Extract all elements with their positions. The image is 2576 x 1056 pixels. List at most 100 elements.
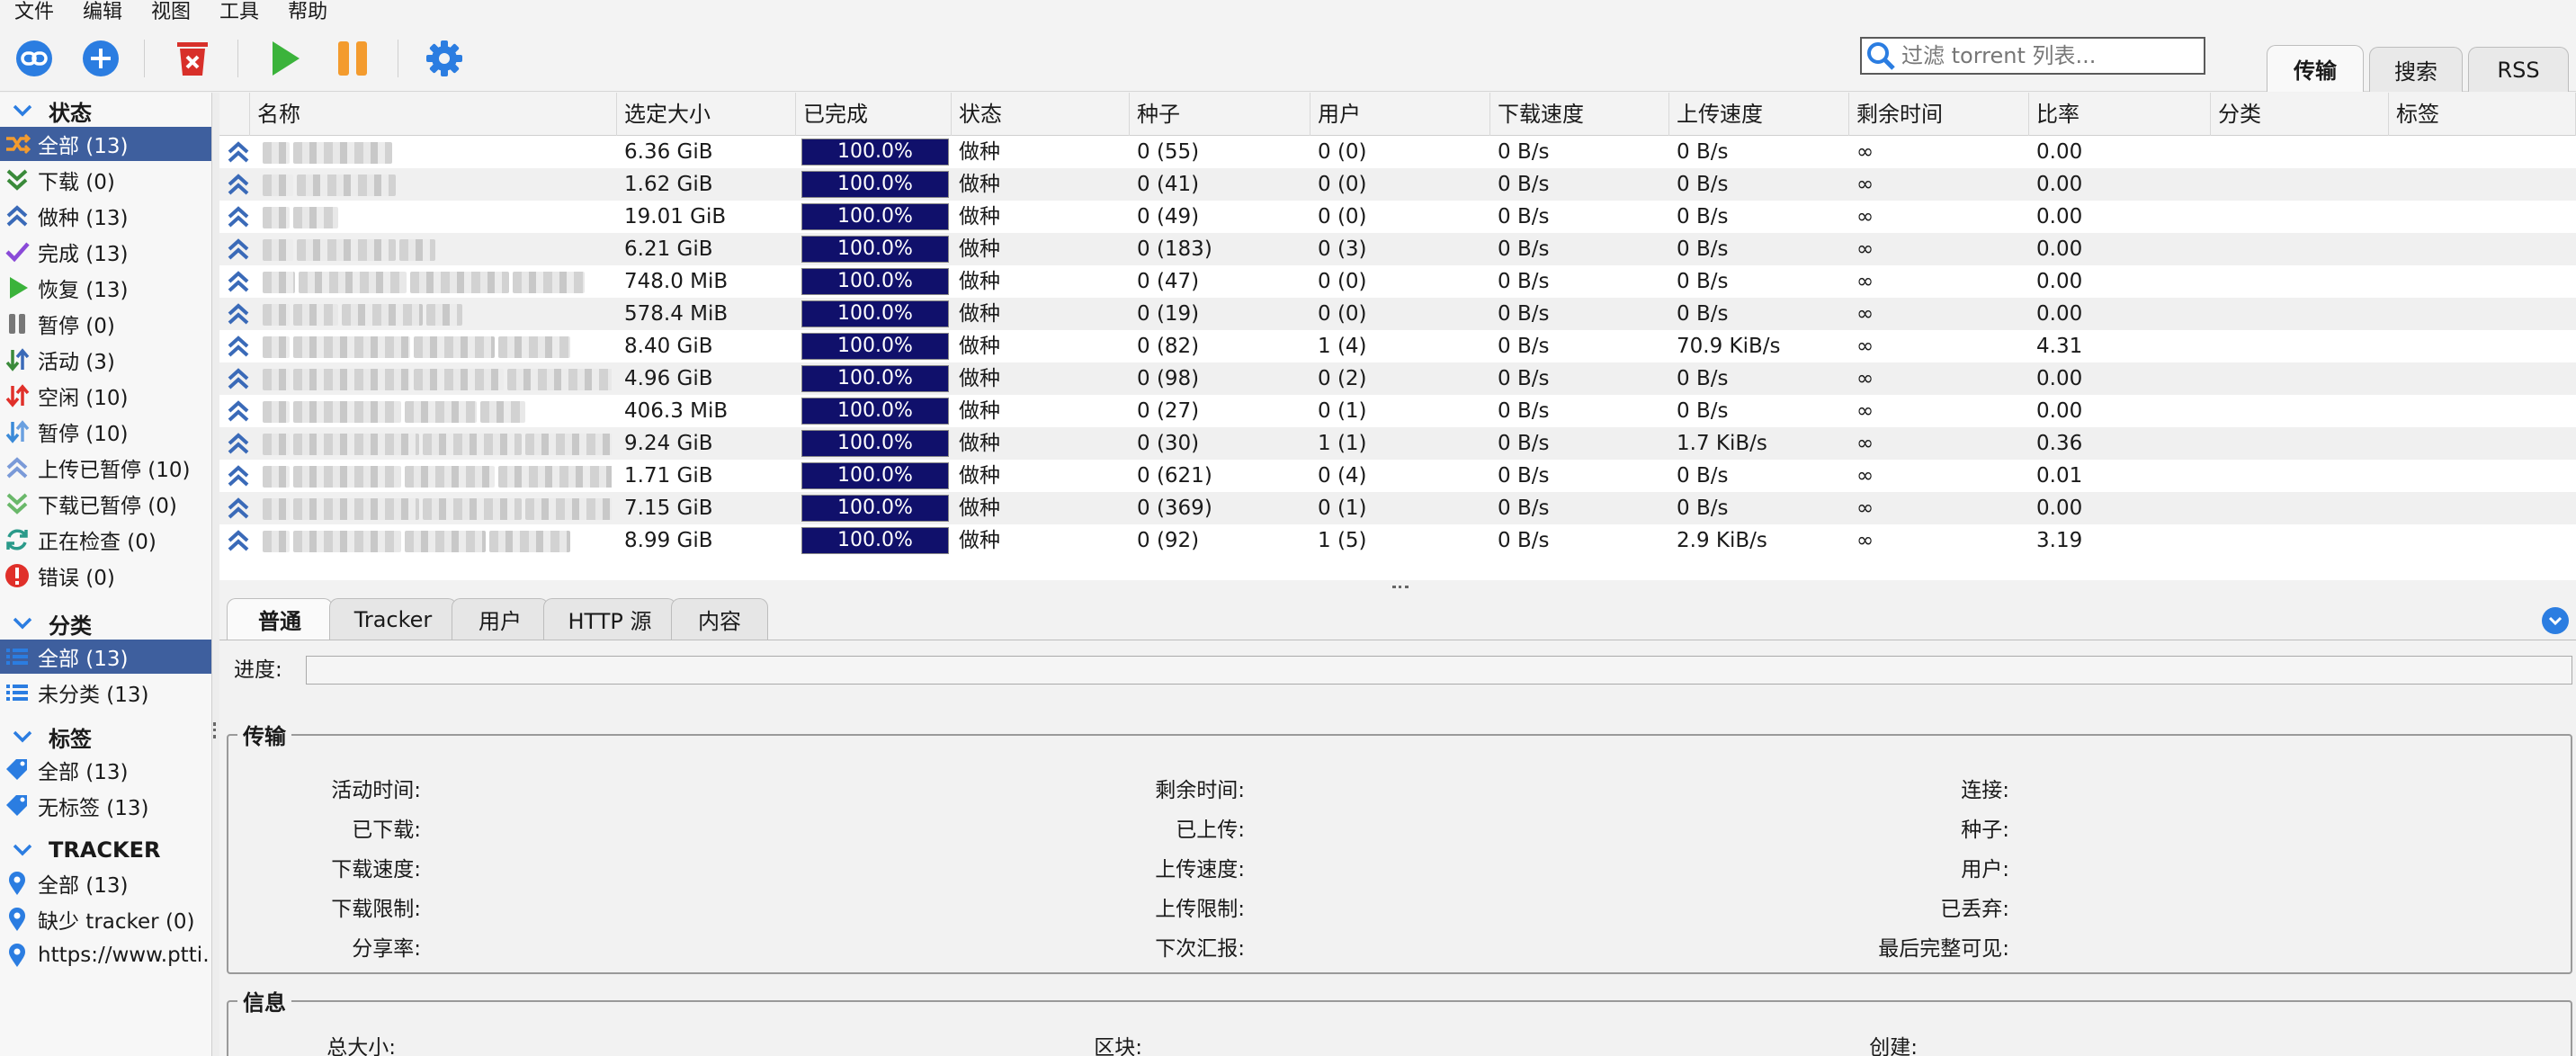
tab-rss[interactable]: RSS xyxy=(2468,47,2569,92)
filter-input[interactable] xyxy=(1896,40,2204,72)
tab-general[interactable]: 普通 xyxy=(227,598,333,640)
sidebar-item-untagged[interactable]: 无标签 (13) xyxy=(0,789,211,823)
menu-file[interactable]: 文件 xyxy=(0,1,68,24)
info-field-label: 创建: xyxy=(1869,1036,1918,1056)
table-row[interactable]: 6.21 GiB 100.0% 做种 0 (183) 0 (3) 0 B/s 0 B/s ∞ 0… xyxy=(219,233,2576,265)
sidebar-item-trackerless[interactable]: 缺少 tracker (0) xyxy=(0,902,211,936)
info-group: 信息 xyxy=(227,985,2572,1056)
progress-bar: 100.0% xyxy=(801,398,949,425)
sidebar-item-status-upload-paused[interactable]: 上传已暂停 (10) xyxy=(0,451,211,485)
seeds-cell: 0 (47) xyxy=(1137,270,1200,293)
column-header-category[interactable]: 分类 xyxy=(2211,93,2389,136)
collapse-panel-button[interactable] xyxy=(2542,607,2569,634)
table-row[interactable]: 748.0 MiB 100.0% 做种 0 (47) 0 (0) 0 B/s 0 B/s ∞ 0… xyxy=(219,265,2576,298)
name-cell-redacted xyxy=(263,233,612,265)
sidebar-item-status-errored[interactable]: 错误 (0) xyxy=(0,559,211,593)
column-header-name[interactable]: 名称 xyxy=(250,93,617,136)
sidebar-item-status-resumed[interactable]: 恢复 (13) xyxy=(0,271,211,305)
table-row[interactable]: 1.62 GiB 100.0% 做种 0 (41) 0 (0) 0 B/s 0 B/s ∞ 0.… xyxy=(219,168,2576,201)
tab-peers[interactable]: 用户 xyxy=(452,598,549,640)
sidebar-item-status-inactive[interactable]: 空闲 (10) xyxy=(0,379,211,413)
delete-button[interactable] xyxy=(169,35,216,82)
sidebar-item-category-all[interactable]: 全部 (13) xyxy=(0,640,211,674)
sidebar: 状态 全部 (13) 下载 (0) 做种 (13) 完成 (13) 恢复 (13) 暂停 (… xyxy=(0,93,212,1056)
tab-http-sources[interactable]: HTTP 源 xyxy=(543,598,676,640)
sidebar-item-status-download-paused[interactable]: 下载已暂停 (0) xyxy=(0,487,211,521)
column-header-eta[interactable]: 剩余时间 xyxy=(1849,93,2029,136)
tab-trackers[interactable]: Tracker xyxy=(329,598,457,640)
section-title: TRACKER xyxy=(49,837,161,863)
size-cell: 578.4 MiB xyxy=(624,302,729,326)
sidebar-item-status-downloading[interactable]: 下载 (0) xyxy=(0,163,211,197)
table-row[interactable]: 6.36 GiB 100.0% 做种 0 (55) 0 (0) 0 B/s 0 B/s ∞ 0.… xyxy=(219,136,2576,168)
tab-transfers[interactable]: 传输 xyxy=(2267,45,2364,92)
section-status[interactable]: 状态 xyxy=(0,94,211,127)
pause-button[interactable] xyxy=(329,35,376,82)
sidebar-item-tracker-url[interactable]: https://www.ptti… xyxy=(0,938,211,972)
sidebar-item-tracker-all[interactable]: 全部 (13) xyxy=(0,866,211,900)
section-tags[interactable]: 标签 xyxy=(0,720,211,753)
add-link-button[interactable] xyxy=(11,35,58,82)
sidebar-item-uncategorized[interactable]: 未分类 (13) xyxy=(0,676,211,710)
tab-search[interactable]: 搜索 xyxy=(2369,47,2463,92)
sidebar-item-status-active[interactable]: 活动 (3) xyxy=(0,343,211,377)
table-row[interactable]: 19.01 GiB 100.0% 做种 0 (49) 0 (0) 0 B/s 0 B/s ∞ 0… xyxy=(219,201,2576,233)
seeds-cell: 0 (92) xyxy=(1137,529,1200,552)
column-header-seeds[interactable]: 种子 xyxy=(1130,93,1310,136)
download-speed-cell: 0 B/s xyxy=(1498,335,1550,358)
trash-icon xyxy=(177,42,208,76)
section-trackers[interactable]: TRACKER xyxy=(0,834,211,866)
menu-tools[interactable]: 工具 xyxy=(205,1,273,24)
table-row[interactable]: 9.24 GiB 100.0% 做种 0 (30) 1 (1) 0 B/s 1.7 KiB/… xyxy=(219,427,2576,460)
download-speed-cell: 0 B/s xyxy=(1498,173,1550,196)
seeds-cell: 0 (30) xyxy=(1137,432,1200,455)
column-header-status[interactable]: 状态 xyxy=(952,93,1130,136)
table-row[interactable]: 7.15 GiB 100.0% 做种 0 (369) 0 (1) 0 B/s 0 B/s ∞ 0… xyxy=(219,492,2576,524)
table-row[interactable]: 578.4 MiB 100.0% 做种 0 (19) 0 (0) 0 B/s 0 B/s ∞ 0… xyxy=(219,298,2576,330)
filter-box xyxy=(1860,37,2205,75)
options-button[interactable] xyxy=(421,35,468,82)
transfer-field-label: 最后完整可见: xyxy=(1878,937,2009,961)
progress-bar: 100.0% xyxy=(801,171,949,198)
resume-button[interactable] xyxy=(261,35,308,82)
peers-cell: 1 (4) xyxy=(1318,335,1367,358)
redacted-text xyxy=(293,336,410,358)
column-header-tags[interactable]: 标签 xyxy=(2389,93,2576,136)
column-header-peers[interactable]: 用户 xyxy=(1310,93,1490,136)
column-header-progress[interactable]: 已完成 xyxy=(796,93,952,136)
redacted-text xyxy=(342,303,423,326)
sidebar-item-label: 无标签 (13) xyxy=(38,797,149,820)
table-row[interactable]: 406.3 MiB 100.0% 做种 0 (27) 0 (1) 0 B/s 0 B/s ∞ 0… xyxy=(219,395,2576,427)
column-header-ratio[interactable]: 比率 xyxy=(2029,93,2211,136)
section-categories[interactable]: 分类 xyxy=(0,607,211,640)
sidebar-item-status-seeding[interactable]: 做种 (13) xyxy=(0,199,211,233)
column-header-upload-speed[interactable]: 上传速度 xyxy=(1669,93,1849,136)
sidebar-item-status-paused[interactable]: 暂停 (0) xyxy=(0,307,211,341)
table-row[interactable]: 4.96 GiB 100.0% 做种 0 (98) 0 (2) 0 B/s 0 B/s ∞ 0.… xyxy=(219,362,2576,395)
redacted-text xyxy=(263,465,290,488)
sidebar-item-status-stalled[interactable]: 暂停 (10) xyxy=(0,415,211,449)
table-row[interactable]: 1.71 GiB 100.0% 做种 0 (621) 0 (4) 0 B/s 0 B/s ∞ 0… xyxy=(219,460,2576,492)
sidebar-item-status-completed[interactable]: 完成 (13) xyxy=(0,235,211,269)
add-torrent-button[interactable] xyxy=(77,35,124,82)
sidebar-item-status-checking[interactable]: 正在检查 (0) xyxy=(0,523,211,557)
sidebar-splitter[interactable] xyxy=(212,93,219,1056)
pause-icon xyxy=(338,41,367,76)
table-row[interactable]: 8.99 GiB 100.0% 做种 0 (92) 1 (5) 0 B/s 2.9 KiB/… xyxy=(219,524,2576,557)
menu-help[interactable]: 帮助 xyxy=(273,1,342,24)
table-row[interactable]: 8.40 GiB 100.0% 做种 0 (82) 1 (4) 0 B/s 70.9 KiB… xyxy=(219,330,2576,362)
download-speed-cell: 0 B/s xyxy=(1498,270,1550,293)
panel-splitter[interactable] xyxy=(219,580,2576,596)
column-header-download-speed[interactable]: 下载速度 xyxy=(1490,93,1669,136)
column-header-size[interactable]: 选定大小 xyxy=(617,93,796,136)
sidebar-item-status-all[interactable]: 全部 (13) xyxy=(0,127,211,161)
sidebar-item-tag-all[interactable]: 全部 (13) xyxy=(0,753,211,787)
menu-view[interactable]: 视图 xyxy=(137,1,205,24)
sidebar-item-label: 完成 (13) xyxy=(38,243,129,266)
transfer-field-label: 种子: xyxy=(1961,819,2009,842)
name-cell-redacted xyxy=(263,168,612,201)
menu-edit[interactable]: 编辑 xyxy=(68,1,137,24)
download-speed-cell: 0 B/s xyxy=(1498,464,1550,488)
name-cell-redacted xyxy=(263,362,612,395)
tab-content[interactable]: 内容 xyxy=(671,598,768,640)
